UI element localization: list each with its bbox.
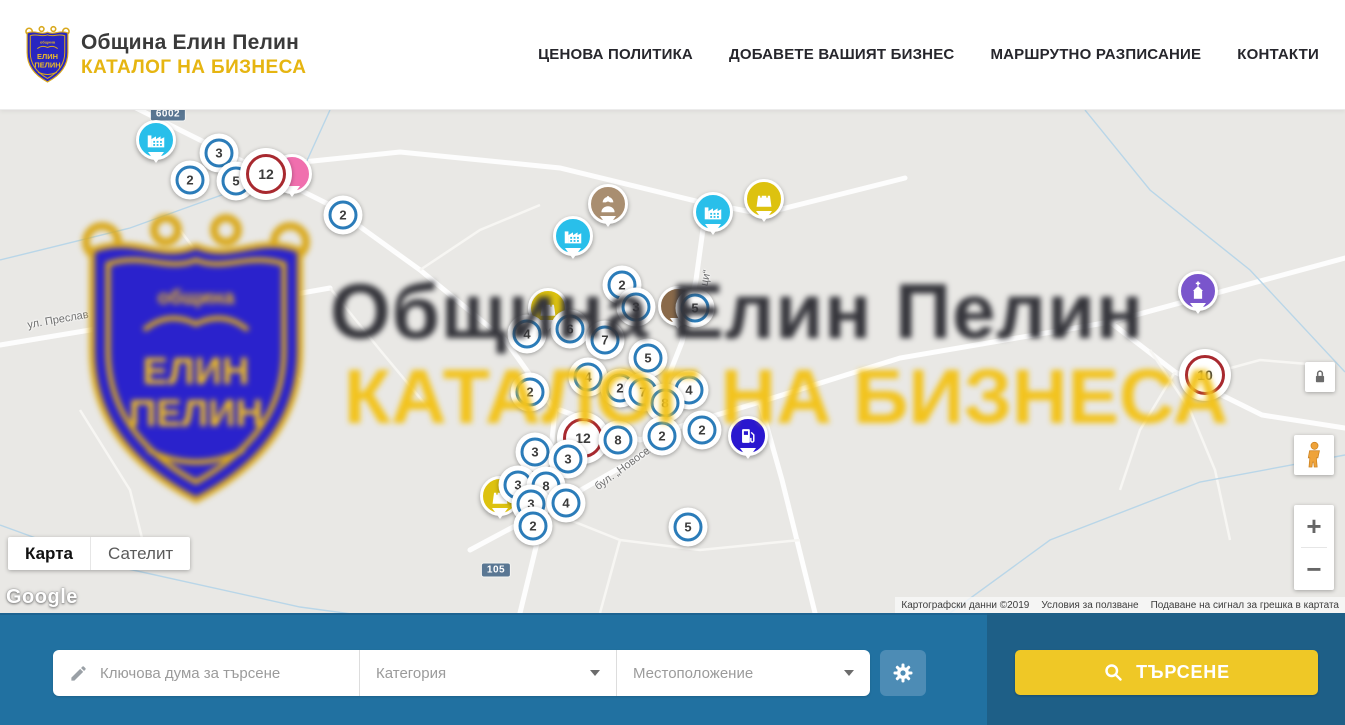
lock-button[interactable] xyxy=(1305,362,1335,392)
attribution-terms-link[interactable]: Условия за ползване xyxy=(1035,600,1144,611)
cluster-count: 10 xyxy=(1185,355,1225,395)
svg-text:община: община xyxy=(40,40,56,45)
category-pin-bag[interactable] xyxy=(744,179,784,219)
zoom-out-button[interactable]: − xyxy=(1294,548,1334,590)
cluster-count: 3 xyxy=(554,445,583,474)
category-select[interactable]: Категория xyxy=(360,650,616,696)
svg-text:ЕЛИН: ЕЛИН xyxy=(37,52,58,61)
lock-icon xyxy=(1313,369,1327,385)
attribution-copyright: Картографски данни ©2019 xyxy=(895,600,1035,611)
site-title: Община Елин Пелин xyxy=(81,31,306,55)
search-button-label: ТЪРСЕНЕ xyxy=(1136,662,1230,683)
cluster-count: 5 xyxy=(634,344,663,373)
street-label: ци“ xyxy=(698,269,713,287)
cluster-count: 3 xyxy=(521,438,550,467)
cluster-count: 2 xyxy=(176,166,205,195)
cluster-marker[interactable]: 12 xyxy=(240,148,292,200)
cluster-marker[interactable]: 3 xyxy=(617,288,656,327)
advanced-settings-button[interactable] xyxy=(880,650,926,696)
google-logo[interactable]: Google xyxy=(6,586,78,609)
cluster-marker[interactable]: 2 xyxy=(171,161,210,200)
cluster-marker[interactable]: 10 xyxy=(1179,349,1231,401)
cluster-count: 4 xyxy=(552,489,581,518)
category-select-label: Категория xyxy=(376,665,446,682)
site-subtitle: КАТАЛОГ НА БИЗНЕСА xyxy=(81,57,306,79)
cluster-marker[interactable]: 2 xyxy=(511,373,550,412)
svg-text:ПЕЛИН: ПЕЛИН xyxy=(34,60,60,69)
map-attribution: Картографски данни ©2019 Условия за полз… xyxy=(895,597,1345,613)
map-type-satellite-button[interactable]: Сателит xyxy=(90,537,190,570)
cluster-marker[interactable]: 8 xyxy=(599,421,638,460)
cluster-count: 2 xyxy=(648,422,677,451)
zoom-in-button[interactable]: + xyxy=(1294,505,1334,547)
cluster-marker[interactable]: 7 xyxy=(586,321,625,360)
search-bar: Категория Местоположение xyxy=(0,613,1345,725)
category-pin-factory[interactable] xyxy=(693,192,733,232)
site-logo[interactable]: община ЕЛИН ПЕЛИН Община Елин Пелин КАТА… xyxy=(24,23,306,86)
category-pin-fuel[interactable] xyxy=(728,416,768,456)
search-group: Категория Местоположение xyxy=(53,650,870,696)
attribution-report-link[interactable]: Подаване на сигнал за грешка в картата xyxy=(1145,600,1345,611)
cluster-count: 7 xyxy=(591,326,620,355)
cluster-count: 2 xyxy=(688,416,717,445)
cluster-marker[interactable]: 6 xyxy=(551,310,590,349)
nav-add-business[interactable]: ДОБАВЕТЕ ВАШИЯТ БИЗНЕС xyxy=(729,46,954,63)
search-icon xyxy=(1103,662,1124,683)
pencil-icon xyxy=(69,664,88,683)
street-label: ул. Преслав xyxy=(27,309,90,332)
map-type-control: Карта Сателит xyxy=(8,537,190,570)
cluster-count: 8 xyxy=(604,426,633,455)
category-pin-worker[interactable] xyxy=(588,184,628,224)
cluster-marker[interactable]: 2 xyxy=(683,411,722,450)
search-button[interactable]: ТЪРСЕНЕ xyxy=(1015,650,1318,695)
nav-contacts[interactable]: КОНТАКТИ xyxy=(1237,46,1319,63)
map-canvas[interactable]: 3251222356475427428128223338342510600210… xyxy=(0,110,1345,613)
road-number-badge: 6002 xyxy=(151,110,185,121)
category-pin-church[interactable] xyxy=(1178,271,1218,311)
main-nav: ЦЕНОВА ПОЛИТИКА ДОБАВЕТЕ ВАШИЯТ БИЗНЕС М… xyxy=(538,46,1319,63)
cluster-marker[interactable]: 5 xyxy=(629,339,668,378)
cluster-marker[interactable]: 2 xyxy=(643,417,682,456)
cluster-count: 4 xyxy=(513,320,542,349)
cluster-marker[interactable]: 4 xyxy=(547,484,586,523)
cluster-marker[interactable]: 2 xyxy=(514,507,553,546)
cluster-count: 4 xyxy=(574,363,603,392)
nav-pricing-policy[interactable]: ЦЕНОВА ПОЛИТИКА xyxy=(538,46,693,63)
map-type-map-button[interactable]: Карта xyxy=(8,537,90,570)
cluster-count: 2 xyxy=(329,201,358,230)
category-pin-factory[interactable] xyxy=(136,120,176,160)
page: община ЕЛИН ПЕЛИН Община Елин Пелин КАТА… xyxy=(0,0,1345,725)
cluster-count: 3 xyxy=(622,293,651,322)
cluster-count: 6 xyxy=(556,315,585,344)
chevron-down-icon xyxy=(844,670,854,676)
cluster-count: 5 xyxy=(681,294,710,323)
nav-route-schedule[interactable]: МАРШРУТНО РАЗПИСАНИЕ xyxy=(990,46,1201,63)
location-select-label: Местоположение xyxy=(633,665,753,682)
pegman-icon xyxy=(1306,441,1323,469)
keyword-search-input[interactable] xyxy=(100,665,359,682)
category-pin-factory[interactable] xyxy=(553,216,593,256)
cluster-count: 2 xyxy=(516,378,545,407)
cluster-marker[interactable]: 2 xyxy=(324,196,363,235)
road-number-badge: 105 xyxy=(482,564,510,577)
zoom-control: + − xyxy=(1294,505,1334,590)
brand-text: Община Елин Пелин КАТАЛОГ НА БИЗНЕСА xyxy=(81,31,306,79)
cluster-marker[interactable]: 4 xyxy=(508,315,547,354)
cluster-count: 5 xyxy=(674,513,703,542)
keyword-section xyxy=(53,650,359,696)
municipality-crest-icon: община ЕЛИН ПЕЛИН xyxy=(24,23,71,86)
gear-icon xyxy=(891,661,915,685)
cluster-marker[interactable]: 5 xyxy=(669,508,708,547)
cluster-count: 2 xyxy=(519,512,548,541)
cluster-count: 12 xyxy=(246,154,286,194)
marker-layer: 3251222356475427428128223338342510600210… xyxy=(0,110,1345,613)
location-select[interactable]: Местоположение xyxy=(617,650,870,696)
street-view-pegman-button[interactable] xyxy=(1294,435,1334,475)
chevron-down-icon xyxy=(590,670,600,676)
header: община ЕЛИН ПЕЛИН Община Елин Пелин КАТА… xyxy=(0,0,1345,110)
cluster-count: 8 xyxy=(651,389,680,418)
cluster-marker[interactable]: 5 xyxy=(676,289,715,328)
